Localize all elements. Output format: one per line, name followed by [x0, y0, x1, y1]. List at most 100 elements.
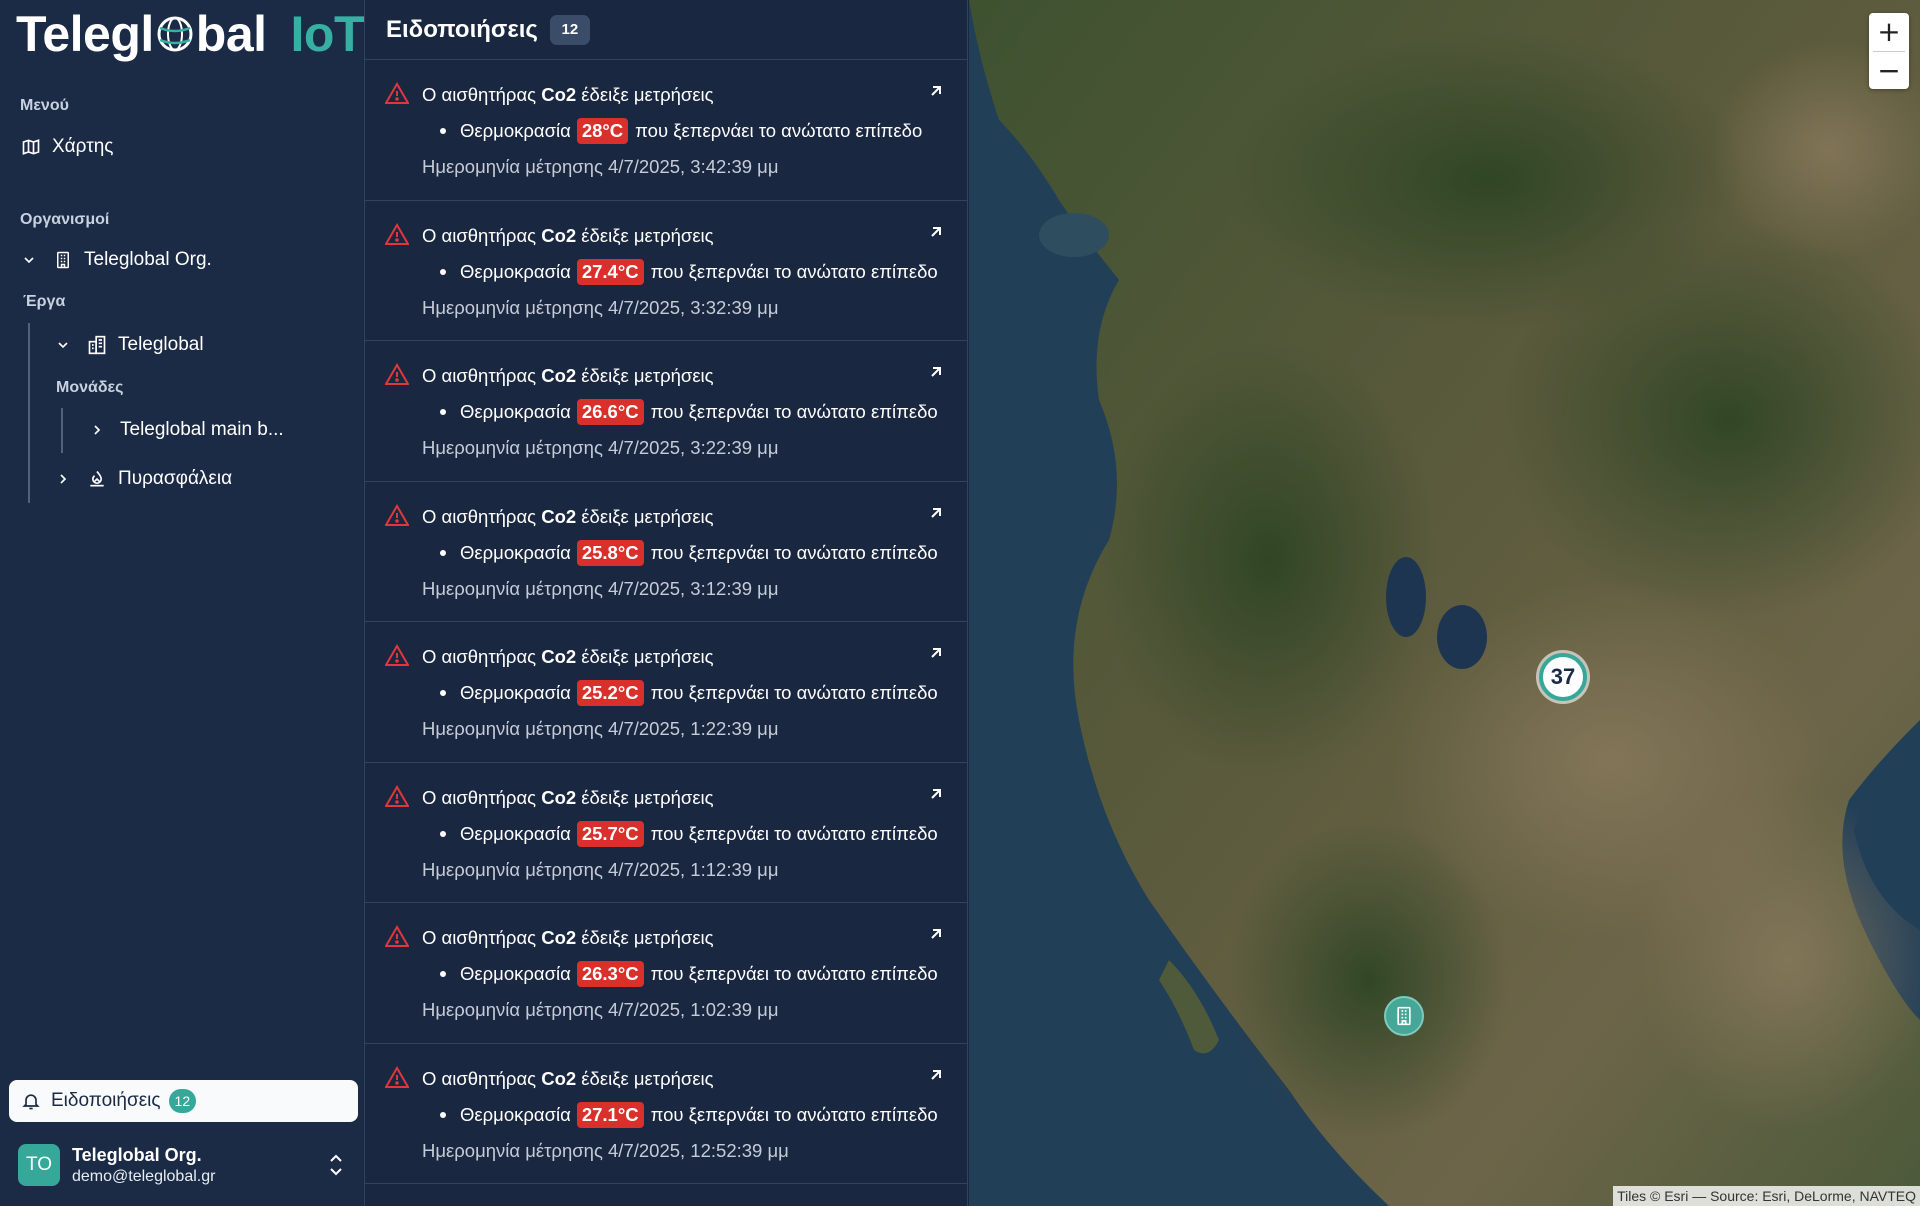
open-external-icon[interactable]	[927, 82, 945, 100]
exceed-text: που ξεπερνάει το ανώτατο επίπεδο	[635, 120, 923, 141]
notifications-button[interactable]: Ειδοποιήσεις 12	[9, 1080, 358, 1122]
date-value: 4/7/2025, 3:12:39 μμ	[608, 577, 779, 599]
notification-detail: Θερμοκρασία 25.2°C που ξεπερνάει το ανώτ…	[440, 680, 938, 706]
bullet	[440, 128, 446, 134]
sensor-prefix: Ο αισθητήρας	[422, 365, 537, 386]
open-external-icon[interactable]	[927, 363, 945, 381]
globe-icon	[157, 16, 193, 52]
zoom-controls: + −	[1869, 13, 1909, 89]
sensor-suffix: έδειξε μετρήσεις	[581, 365, 714, 386]
zoom-out-button[interactable]: −	[1869, 52, 1909, 90]
sidebar-item-unit-main[interactable]: Teleglobal main b...	[88, 419, 284, 441]
open-external-icon[interactable]	[927, 785, 945, 803]
zoom-in-button[interactable]: +	[1869, 13, 1909, 51]
metric-label: Θερμοκρασία	[460, 682, 571, 703]
chevron-down-icon[interactable]	[54, 336, 72, 354]
sidebar-item-map[interactable]: Χάρτης	[20, 136, 113, 158]
sensor-suffix: έδειξε μετρήσεις	[581, 646, 714, 667]
sensor-name: Co2	[541, 646, 577, 667]
temperature-value-badge: 28°C	[576, 118, 629, 144]
notification-title: Ο αισθητήρας Co2 έδειξε μετρήσεις	[422, 646, 714, 668]
metric-label: Θερμοκρασία	[460, 120, 571, 141]
open-external-icon[interactable]	[927, 1066, 945, 1084]
map-building-marker[interactable]	[1384, 996, 1424, 1036]
avatar: TO	[18, 1144, 60, 1186]
temperature-value-badge: 25.8°C	[576, 539, 644, 566]
sensor-suffix: έδειξε μετρήσεις	[581, 224, 714, 246]
chevron-down-icon[interactable]	[20, 251, 38, 269]
notification-title: Ο αισθητήρας Co2 έδειξε μετρήσεις	[422, 506, 714, 528]
notification-item[interactable]: Ο αισθητήρας Co2 έδειξε μετρήσεις Θερμοκ…	[365, 622, 967, 763]
notification-date: Ημερομηνία μέτρησης 4/7/2025, 3:42:39 μμ	[422, 156, 779, 178]
bullet	[440, 409, 446, 415]
sensor-suffix: έδειξε μετρήσεις	[581, 786, 714, 808]
bullet	[440, 549, 446, 556]
sidebar-item-project2-label: Πυρασφάλεια	[118, 468, 233, 489]
organizations-section-label: Οργανισμοί	[20, 211, 110, 228]
notifications-button-label: Ειδοποιήσεις	[51, 1090, 161, 1111]
temperature-value-badge: 25.2°C	[576, 680, 644, 706]
notification-item[interactable]: Ο αισθητήρας Co2 έδειξε μετρήσεις Θερμοκ…	[365, 201, 967, 341]
tree-connector-line	[28, 323, 30, 503]
notification-title: Ο αισθητήρας Co2 έδειξε μετρήσεις	[422, 1068, 714, 1090]
sensor-suffix: έδειξε μετρήσεις	[581, 927, 714, 948]
sidebar-item-project-fire-safety[interactable]: Πυρασφάλεια	[54, 468, 232, 490]
exceed-text: που ξεπερνάει το ανώτατο επίπεδο	[650, 822, 938, 844]
metric-label: Θερμοκρασία	[460, 260, 571, 282]
notification-item[interactable]: Ο αισθητήρας Co2 έδειξε μετρήσεις Θερμοκ…	[365, 903, 967, 1044]
date-value: 4/7/2025, 12:52:39 μμ	[608, 1139, 789, 1161]
notification-detail: Θερμοκρασία 28°C που ξεπερνάει το ανώτατ…	[440, 118, 922, 144]
notifications-panel: Ειδοποιήσεις 12 Ο αισθητήρας Co2 έδειξε …	[364, 0, 968, 1206]
sidebar-item-project-label: Teleglobal	[118, 334, 204, 355]
map-icon	[20, 136, 42, 158]
logo-brand-left: Telegl	[16, 6, 154, 62]
chevron-right-icon[interactable]	[88, 421, 106, 439]
map-cluster-marker[interactable]: 37	[1539, 653, 1587, 701]
notification-title: Ο αισθητήρας Co2 έδειξε μετρήσεις	[422, 225, 714, 247]
metric-label: Θερμοκρασία	[460, 963, 571, 984]
notification-item[interactable]: Ο αισθητήρας Co2 έδειξε μετρήσεις Θερμοκ…	[365, 763, 967, 903]
building-icon	[1397, 1006, 1411, 1026]
sidebar-item-org[interactable]: Teleglobal Org.	[20, 249, 212, 271]
bullet	[440, 971, 446, 977]
date-prefix: Ημερομηνία μέτρησης	[422, 437, 603, 458]
temperature-value-badge: 25.7°C	[576, 820, 644, 847]
notification-item[interactable]: Ο αισθητήρας Co2 έδειξε μετρήσεις Θερμοκ…	[365, 1044, 967, 1184]
notification-detail: Θερμοκρασία 26.6°C που ξεπερνάει το ανώτ…	[440, 399, 938, 425]
map-view[interactable]: + − 37 Tiles © Esri — Source: Esri, DeLo…	[969, 0, 1920, 1206]
panel-count-badge: 12	[549, 14, 590, 45]
warning-triangle-icon	[385, 644, 409, 666]
notification-date: Ημερομηνία μέτρησης 4/7/2025, 3:12:39 μμ	[422, 578, 779, 600]
metric-label: Θερμοκρασία	[460, 541, 571, 563]
notification-item[interactable]: Ο αισθητήρας Co2 έδειξε μετρήσεις Θερμοκ…	[365, 60, 967, 201]
office-building-icon	[86, 334, 108, 356]
open-external-icon[interactable]	[927, 504, 945, 522]
notification-item[interactable]: Ο αισθητήρας Co2 έδειξε μετρήσεις Θερμοκ…	[365, 482, 967, 622]
metric-label: Θερμοκρασία	[460, 822, 571, 844]
building-icon	[52, 249, 74, 271]
notification-date: Ημερομηνία μέτρησης 4/7/2025, 1:22:39 μμ	[422, 718, 779, 740]
date-prefix: Ημερομηνία μέτρησης	[422, 718, 603, 739]
sensor-name: Co2	[541, 505, 577, 527]
date-value: 4/7/2025, 3:22:39 μμ	[608, 437, 779, 458]
sidebar-item-map-label: Χάρτης	[52, 136, 114, 157]
exceed-text: που ξεπερνάει το ανώτατο επίπεδο	[650, 963, 938, 984]
map-attribution: Tiles © Esri — Source: Esri, DeLorme, NA…	[1613, 1186, 1920, 1206]
open-external-icon[interactable]	[927, 644, 945, 662]
sidebar-item-project-teleglobal[interactable]: Teleglobal	[54, 334, 204, 356]
chevron-right-icon[interactable]	[54, 470, 72, 488]
notification-title: Ο αισθητήρας Co2 έδειξε μετρήσεις	[422, 84, 714, 106]
exceed-text: που ξεπερνάει το ανώτατο επίπεδο	[650, 1103, 938, 1125]
tree-connector-line	[61, 408, 63, 453]
sensor-prefix: Ο αισθητήρας	[422, 505, 537, 527]
notification-item[interactable]: Ο αισθητήρας Co2 έδειξε μετρήσεις Θερμοκ…	[365, 341, 967, 482]
notification-detail: Θερμοκρασία 27.1°C που ξεπερνάει το ανώτ…	[440, 1101, 938, 1128]
user-info: Teleglobal Org. demo@teleglobal.gr	[72, 1145, 215, 1186]
open-external-icon[interactable]	[927, 223, 945, 241]
temperature-value-badge: 27.1°C	[576, 1101, 644, 1128]
notification-title: Ο αισθητήρας Co2 έδειξε μετρήσεις	[422, 365, 714, 387]
chevrons-up-down-icon[interactable]	[326, 1152, 346, 1178]
open-external-icon[interactable]	[927, 925, 945, 943]
sensor-name: Co2	[541, 224, 577, 246]
user-account-switcher[interactable]: TO Teleglobal Org. demo@teleglobal.gr	[18, 1140, 358, 1190]
